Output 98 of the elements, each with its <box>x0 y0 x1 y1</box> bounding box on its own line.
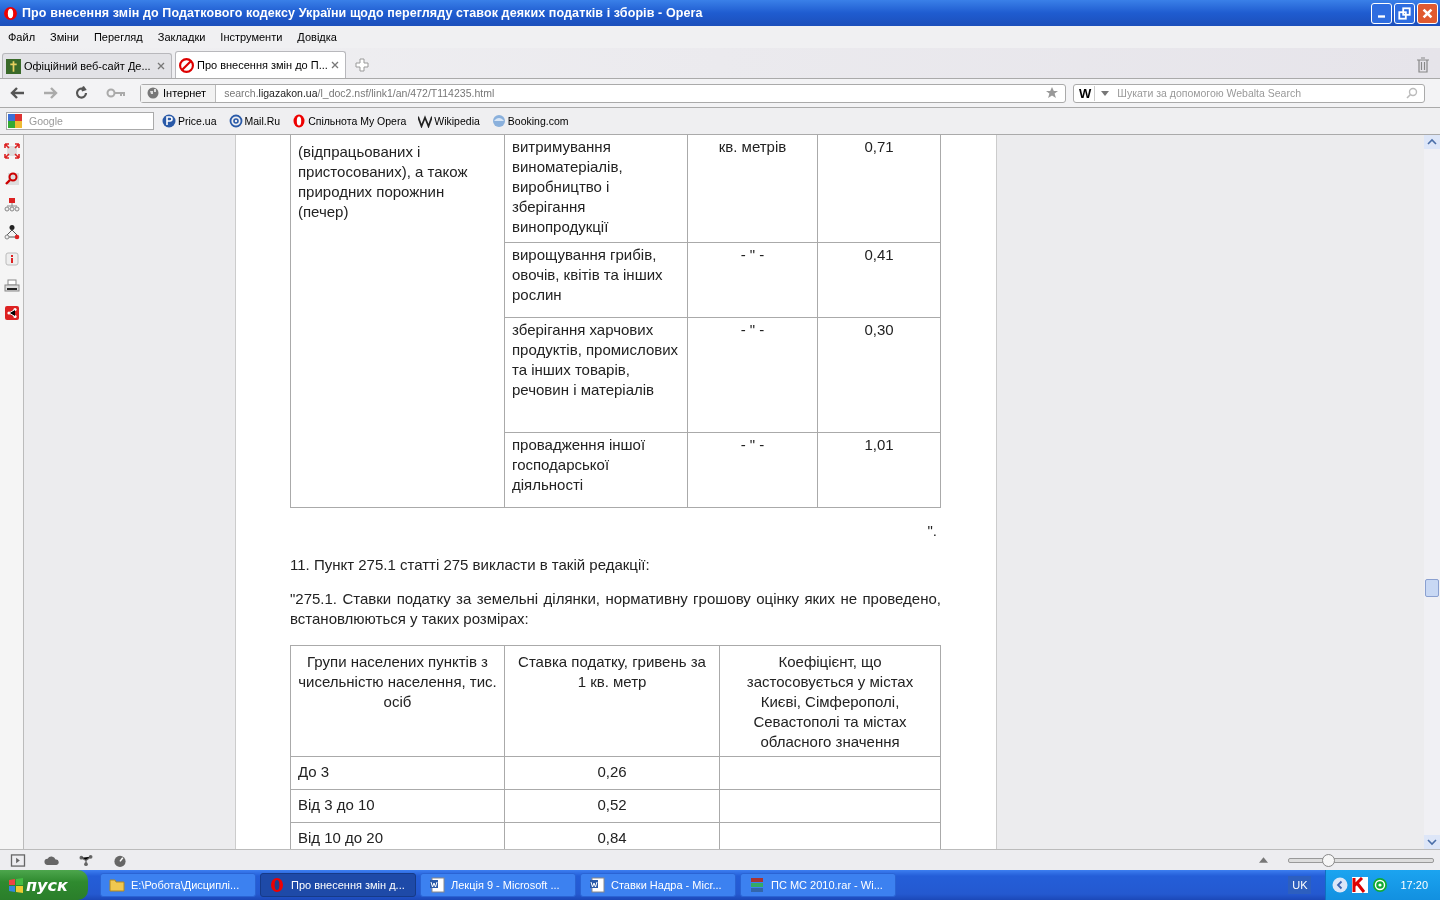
scroll-thumb[interactable] <box>1425 579 1439 597</box>
minimize-icon <box>1378 14 1385 18</box>
table-cell: 0,26 <box>504 756 720 790</box>
collapse-tray-icon[interactable] <box>1332 877 1349 893</box>
unite-icon[interactable] <box>78 853 94 867</box>
close-icon[interactable] <box>157 62 165 70</box>
table-cell: До 3 <box>290 756 505 790</box>
globe-icon <box>491 114 506 128</box>
books-icon <box>749 877 765 893</box>
menu-item[interactable]: Зміни <box>50 31 87 43</box>
paragraph: 11. Пункт 275.1 статті 275 викласти в такій редакції: <box>290 555 651 575</box>
dropdown-caret-icon[interactable] <box>1101 90 1110 96</box>
column-header: Коефіцієнт, що застосовується у містах Києві, Сімферополі, Севастополі та містах обласного значення <box>719 645 941 757</box>
star-icon[interactable] <box>1045 86 1059 100</box>
table-cell: - " - <box>687 432 818 508</box>
table-cell: кв. метрів <box>687 135 818 243</box>
table-cell: 0,30 <box>817 317 941 433</box>
table-cell: 0,71 <box>817 135 941 243</box>
search-field[interactable]: W Шукати за допомогою Webalta Search <box>1073 83 1425 103</box>
scroll-down-icon[interactable] <box>1424 835 1440 849</box>
minimize-button[interactable] <box>1371 2 1392 24</box>
taskbar-button[interactable]: Ставки Надра - Micr... <box>580 873 736 897</box>
magnifier-icon[interactable] <box>3 170 20 186</box>
taskbar-button[interactable]: Лекція 9 - Microsoft ... <box>420 873 576 897</box>
table-cell: провадження іншої господарської діяльності <box>504 432 688 508</box>
opera-logo-icon <box>3 5 18 21</box>
menu-item[interactable]: Файл <box>8 31 44 43</box>
column-header: Групи населених пунктів з чисельністю населення, тис. осіб <box>290 645 505 757</box>
address-field[interactable]: Інтернет search.ligazakon.ua/l_doc2.nsf/link1/an/472/T114235.html <box>140 83 1066 103</box>
at-sign-icon <box>228 114 243 128</box>
document-icon <box>429 877 445 893</box>
share-icon[interactable] <box>3 305 20 321</box>
google-logo-icon <box>7 113 23 129</box>
bookmark-link[interactable]: Спільнота My Opera <box>292 114 407 128</box>
panel-toggle-icon[interactable] <box>10 853 26 867</box>
table-cell: 0,41 <box>817 242 941 318</box>
window-title: Про внесення змін до Податкового кодексу України щодо перегляду ставок деяких податків і зборів - Opera <box>22 6 703 20</box>
reload-icon[interactable] <box>74 85 90 101</box>
menu-item[interactable]: Закладки <box>157 31 214 43</box>
table-cell: Від 3 до 10 <box>290 789 505 823</box>
printer-icon[interactable] <box>3 278 20 294</box>
menu-item[interactable]: Інструменти <box>220 31 291 43</box>
table-cell: 0,52 <box>504 789 720 823</box>
caret-icon[interactable] <box>1259 857 1268 863</box>
taskbar-button[interactable]: E:\Робота\Дисциплі... <box>100 873 256 897</box>
speedometer-icon[interactable] <box>112 853 128 867</box>
shield-k-icon[interactable] <box>1352 877 1369 893</box>
bookmark-link[interactable]: Booking.com <box>491 114 569 128</box>
globe-icon <box>147 87 159 99</box>
no-entry-icon <box>179 57 194 73</box>
scroll-up-icon[interactable] <box>1424 135 1440 149</box>
network-icon[interactable] <box>3 224 20 240</box>
w-logo-icon <box>418 114 433 128</box>
security-zone-button[interactable]: Інтернет <box>141 84 217 102</box>
windows-flag-icon <box>8 877 24 893</box>
fullscreen-icon[interactable] <box>3 143 20 159</box>
letter-p-icon <box>162 114 176 128</box>
url-text: search.ligazakon.ua/l_doc2.nsf/link1/an/472/T114235.html <box>223 87 496 99</box>
table-cell: зберігання харчових продуктів, промислових та інших товарів, речовин і матеріалів <box>504 317 688 433</box>
zoom-slider[interactable] <box>1288 854 1434 866</box>
document-icon <box>589 877 605 893</box>
target-icon[interactable] <box>1372 877 1389 893</box>
trash-icon[interactable] <box>1416 57 1430 73</box>
back-icon[interactable] <box>10 85 26 101</box>
emblem-icon <box>6 58 21 74</box>
folder-icon <box>109 877 125 893</box>
table-cell: 1,01 <box>817 432 941 508</box>
closing-quote: ". <box>927 522 937 539</box>
browser-tab[interactable]: Офіційний веб-сайт Де... <box>2 53 172 78</box>
restore-button[interactable] <box>1394 2 1415 24</box>
browser-tab[interactable]: Про внесення змін до П... <box>175 51 346 78</box>
language-indicator[interactable]: UK <box>1288 876 1312 894</box>
search-engine-logo[interactable]: W <box>1076 85 1096 101</box>
opera-logo-icon <box>269 877 285 893</box>
table-cell: витримування виноматеріалів, виробництво і зберігання винопродукції <box>504 135 688 243</box>
bookmark-link[interactable]: Mail.Ru <box>228 114 281 128</box>
start-button[interactable]: пуск <box>0 870 88 900</box>
close-icon <box>1421 6 1434 20</box>
bookmark-link[interactable]: Wikipedia <box>418 114 480 128</box>
taskbar-button[interactable]: Про внесення змін д... <box>260 873 416 897</box>
bookmark-link[interactable]: Price.ua <box>162 114 217 128</box>
close-icon[interactable] <box>330 61 339 69</box>
table-cell: (відпрацьованих і пристосованих), а також природних порожнин (печер) <box>290 135 505 508</box>
menu-item[interactable]: Перегляд <box>93 31 151 43</box>
hierarchy-icon[interactable] <box>3 197 20 213</box>
column-header: Ставка податку, гривень за 1 кв. метр <box>504 645 720 757</box>
clock: 17:20 <box>1400 879 1428 891</box>
info-icon[interactable] <box>3 251 20 267</box>
menu-item[interactable]: Довідка <box>297 31 345 43</box>
restore-icon <box>1398 6 1411 20</box>
table-cell: - " - <box>687 242 818 318</box>
table-cell: - " - <box>687 317 818 433</box>
close-button[interactable] <box>1417 2 1438 24</box>
paragraph: "275.1. Ставки податку за земельні ділянки, нормативну грошову оцінку яких не проведено, встановлюються у таких розмірах: <box>290 589 941 629</box>
taskbar-button[interactable]: ПС МС 2010.rar - Wi... <box>740 873 896 897</box>
google-search-field[interactable]: Google <box>6 112 154 130</box>
table-cell: вирощування грибів, овочів, квітів та інших рослин <box>504 242 688 318</box>
opera-logo-icon <box>292 114 307 128</box>
